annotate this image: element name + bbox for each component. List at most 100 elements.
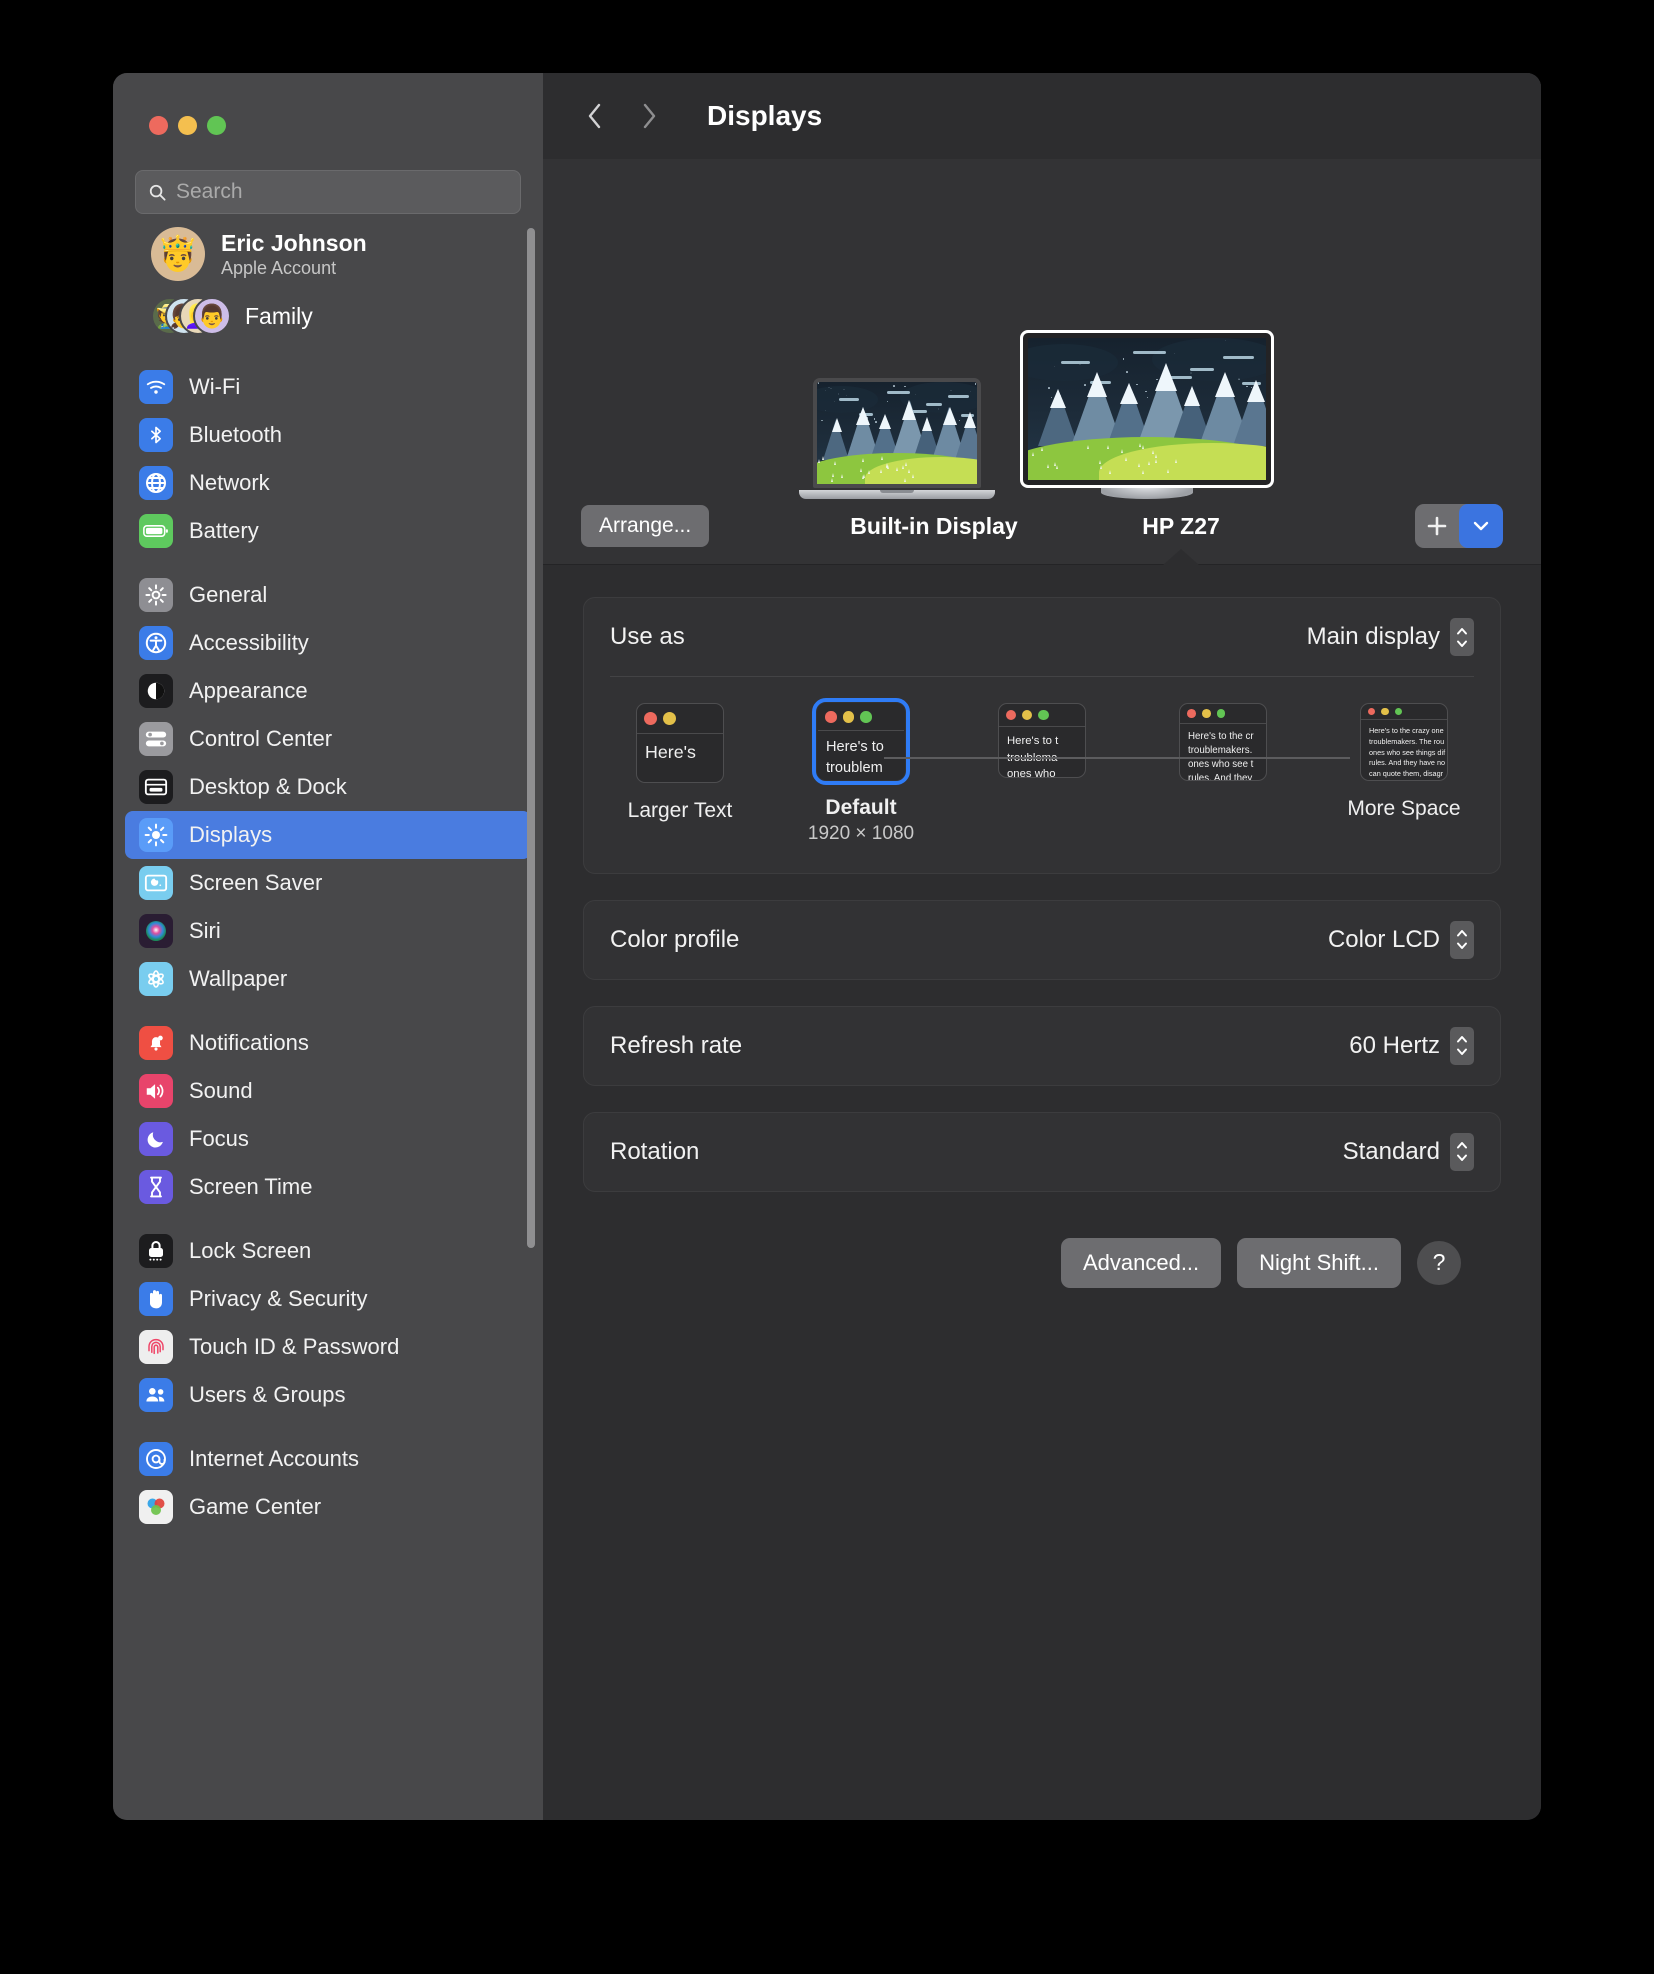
sidebar-item-sound[interactable]: Sound — [125, 1067, 531, 1115]
sidebar-item-internet-accounts[interactable]: Internet Accounts — [125, 1435, 531, 1483]
search-field[interactable] — [135, 170, 521, 214]
monitor-stand — [1101, 486, 1193, 499]
window-dot — [1395, 708, 1402, 715]
resolution-thumbnail[interactable]: Here's totroublem — [817, 703, 905, 780]
resolution-option[interactable]: Here's to the crtroublemakers.ones who s… — [1153, 703, 1293, 781]
sidebar-item-privacy-security[interactable]: Privacy & Security — [125, 1275, 531, 1323]
use-as-card: Use as Main display Here's Larger Text H… — [583, 597, 1501, 874]
game-center-icon — [139, 1490, 173, 1524]
add-display-button-group[interactable] — [1415, 504, 1503, 548]
sidebar-item-label: Internet Accounts — [189, 1446, 359, 1472]
resolution-option[interactable]: Here's totroublem Default1920 × 1080 — [791, 703, 931, 845]
help-button[interactable]: ? — [1417, 1241, 1461, 1285]
sidebar-item-label: Control Center — [189, 726, 332, 752]
preview-text-line: rules. And they — [1188, 772, 1258, 780]
resolution-thumbnail[interactable]: Here's — [636, 703, 724, 783]
setting-row[interactable]: Rotation Standard — [584, 1113, 1500, 1191]
sidebar-item-label: Focus — [189, 1126, 249, 1152]
sidebar-item-screen-time[interactable]: Screen Time — [125, 1163, 531, 1211]
sidebar-item-family[interactable]: 🧑‍🌾 👧 👱‍♀️ 👨 Family — [125, 291, 531, 347]
chevron-right-icon — [639, 100, 659, 132]
resolution-option[interactable]: Here's to the crazy onetroublemakers. Th… — [1334, 703, 1474, 821]
resolution-caption: Default — [825, 796, 896, 820]
close-button[interactable] — [149, 116, 168, 135]
preview-titlebar — [1180, 704, 1266, 724]
display-thumbnail-builtin[interactable] — [813, 378, 981, 499]
sidebar-item-lock-screen[interactable]: Lock Screen — [125, 1227, 531, 1275]
page-title: Displays — [707, 100, 822, 132]
setting-row[interactable]: Refresh rate 60 Hertz — [584, 1007, 1500, 1085]
forward-button[interactable] — [637, 99, 661, 133]
resolution-option[interactable]: Here's to ttroublemaones who — [972, 703, 1112, 778]
sidebar-item-accessibility[interactable]: Accessibility — [125, 619, 531, 667]
stepper-icon[interactable] — [1450, 1133, 1474, 1171]
battery-icon — [139, 514, 173, 548]
stepper-icon[interactable] — [1450, 921, 1474, 959]
sidebar-item-displays[interactable]: Displays — [125, 811, 531, 859]
fingerprint-icon — [139, 1330, 173, 1364]
preview-text-line: can quote them, disagr — [1369, 769, 1439, 780]
sidebar-item-wallpaper[interactable]: Wallpaper — [125, 955, 531, 1003]
sidebar-item-desktop-dock[interactable]: Desktop & Dock — [125, 763, 531, 811]
sidebar-item-apple-account[interactable]: 🤴 Eric Johnson Apple Account — [125, 213, 531, 291]
zoom-button[interactable] — [207, 116, 226, 135]
sidebar-item-label: Desktop & Dock — [189, 774, 347, 800]
laptop-base — [799, 490, 995, 499]
display-label-hpz27: HP Z27 — [1142, 513, 1220, 540]
setting-label: Color profile — [610, 926, 739, 954]
sidebar-item-battery[interactable]: Battery — [125, 507, 531, 555]
lock-icon — [139, 1234, 173, 1268]
sidebar-item-notifications[interactable]: Notifications — [125, 1019, 531, 1067]
sidebar-item-screen-saver[interactable]: Screen Saver — [125, 859, 531, 907]
at-icon — [139, 1442, 173, 1476]
users-icon — [139, 1378, 173, 1412]
setting-row[interactable]: Color profile Color LCD — [584, 901, 1500, 979]
minimize-button[interactable] — [178, 116, 197, 135]
sidebar-item-wi-fi[interactable]: Wi-Fi — [125, 363, 531, 411]
resolution-thumbnail[interactable]: Here's to the crazy onetroublemakers. Th… — [1360, 703, 1448, 781]
night-shift-button[interactable]: Night Shift... — [1237, 1238, 1401, 1288]
sidebar-item-users-groups[interactable]: Users & Groups — [125, 1371, 531, 1419]
window-dot — [843, 711, 855, 723]
advanced-button[interactable]: Advanced... — [1061, 1238, 1221, 1288]
resolution-thumbnail[interactable]: Here's to ttroublemaones who — [998, 703, 1086, 778]
sidebar-item-bluetooth[interactable]: Bluetooth — [125, 411, 531, 459]
sidebar-item-general[interactable]: General — [125, 571, 531, 619]
window-dot — [1202, 709, 1211, 718]
refresh-rate-card: Refresh rate 60 Hertz — [583, 1006, 1501, 1086]
preview-text-line: troublemakers. The rou — [1369, 737, 1439, 748]
search-input[interactable] — [176, 180, 508, 204]
arrange-button[interactable]: Arrange... — [581, 505, 709, 547]
sidebar-item-appearance[interactable]: Appearance — [125, 667, 531, 715]
window-dot — [644, 712, 657, 725]
window-dot — [825, 711, 837, 723]
use-as-row[interactable]: Use as Main display — [584, 598, 1500, 676]
sidebar-group: Internet Accounts Game Center — [113, 1435, 543, 1531]
resolution-option[interactable]: Here's Larger Text — [610, 703, 750, 823]
family-label: Family — [245, 303, 313, 330]
resolution-thumbnail[interactable]: Here's to the crtroublemakers.ones who s… — [1179, 703, 1267, 781]
stepper-icon[interactable] — [1450, 618, 1474, 656]
preview-body: Here's totroublem — [818, 731, 904, 779]
sidebar-item-siri[interactable]: Siri — [125, 907, 531, 955]
sidebar-item-touch-id-password[interactable]: Touch ID & Password — [125, 1323, 531, 1371]
sidebar-item-game-center[interactable]: Game Center — [125, 1483, 531, 1531]
system-settings-window: 🤴 Eric Johnson Apple Account 🧑‍🌾 👧 👱‍♀️ … — [113, 73, 1541, 1820]
chevron-down-icon[interactable] — [1459, 504, 1503, 548]
window-dot — [1038, 710, 1048, 720]
sidebar-scrollbar[interactable] — [527, 228, 535, 1248]
back-button[interactable] — [583, 99, 607, 133]
resolution-slider-track[interactable] — [884, 757, 1350, 759]
sidebar-item-focus[interactable]: Focus — [125, 1115, 531, 1163]
stepper-icon[interactable] — [1450, 1027, 1474, 1065]
hourglass-icon — [139, 1170, 173, 1204]
sidebar-item-network[interactable]: Network — [125, 459, 531, 507]
plus-icon[interactable] — [1415, 513, 1459, 539]
setting-value: 60 Hertz — [1349, 1032, 1440, 1060]
display-thumbnail-hpz27[interactable] — [1023, 333, 1271, 499]
color-profile-card: Color profile Color LCD — [583, 900, 1501, 980]
window-dot — [860, 711, 872, 723]
preview-body: Here's to the crtroublemakers.ones who s… — [1180, 724, 1266, 780]
sidebar-item-control-center[interactable]: Control Center — [125, 715, 531, 763]
sidebar-item-label: Users & Groups — [189, 1382, 346, 1408]
